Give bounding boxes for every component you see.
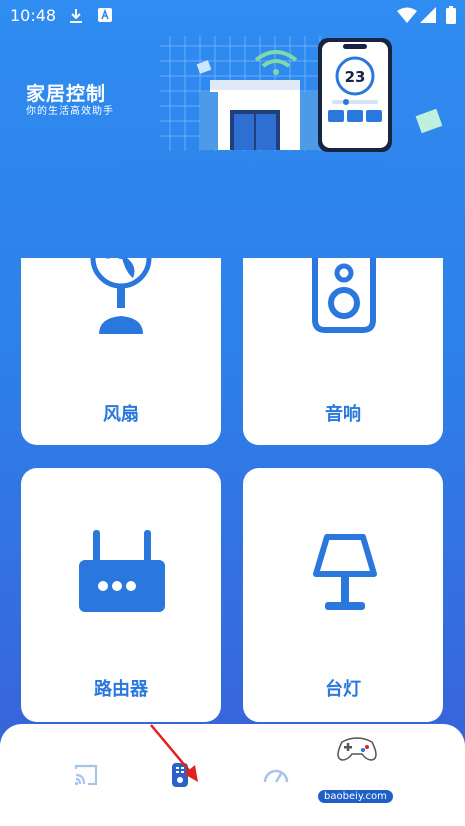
battery-icon (446, 6, 456, 24)
fan-icon (90, 258, 152, 334)
device-label-speaker: 音响 (325, 404, 361, 425)
cast-icon[interactable] (74, 764, 98, 786)
device-label-router: 路由器 (94, 679, 148, 700)
keyboard-a-icon (98, 8, 112, 22)
phone-temperature: 23 (345, 68, 366, 86)
device-card-fan[interactable]: 风扇 (21, 258, 221, 445)
status-time: 10:48 (10, 6, 57, 25)
download-icon (70, 9, 82, 23)
smart-home-illustration: 23 (160, 36, 443, 152)
watermark-logo: 宝贝游戏网 baobeiy.com (262, 732, 442, 812)
device-label-fan: 风扇 (103, 404, 139, 425)
banner-subtitle: 你的生活高效助手 (26, 106, 114, 117)
device-card-lamp[interactable]: 台灯 (243, 468, 443, 722)
watermark-url: baobeiy.com (318, 790, 393, 803)
status-bar: 10:48 (0, 0, 465, 32)
device-card-speaker[interactable]: 音响 (243, 258, 443, 445)
speaker-icon (312, 258, 376, 333)
annotation-arrow (150, 724, 198, 782)
router-icon (79, 530, 165, 612)
device-card-router[interactable]: 路由器 (21, 468, 221, 722)
signal-icon (420, 7, 436, 23)
watermark-text: 宝贝游戏网 (291, 766, 408, 792)
device-label-lamp: 台灯 (325, 679, 361, 700)
lamp-icon (313, 534, 377, 610)
wifi-icon (397, 7, 417, 23)
